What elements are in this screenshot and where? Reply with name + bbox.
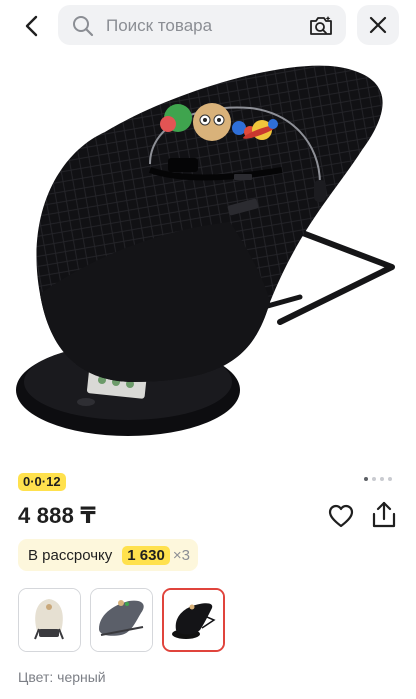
top-bar: Поиск товара: [0, 0, 416, 52]
share-button[interactable]: [370, 500, 398, 530]
search-bar[interactable]: Поиск товара: [58, 5, 346, 45]
beige-bouncer-image: [19, 589, 80, 651]
gallery-dot: [372, 477, 376, 481]
search-input[interactable]: Поиск товара: [106, 16, 212, 36]
back-button[interactable]: [14, 8, 50, 44]
variant-thumb-gray[interactable]: [90, 588, 153, 652]
black-bouncer-image: [164, 590, 223, 650]
gallery-dot: [388, 477, 392, 481]
gallery-dots: [364, 476, 392, 482]
search-icon: [73, 16, 94, 37]
favorite-button[interactable]: [327, 502, 355, 530]
installment-multiplier: ×3: [172, 546, 190, 564]
gray-bouncer-image: [91, 589, 152, 651]
camera-search-icon[interactable]: [308, 14, 334, 38]
product-price: 4 888 ₸: [18, 503, 96, 528]
close-icon: [369, 16, 387, 34]
gallery-dot: [380, 477, 384, 481]
heart-icon: [328, 504, 354, 528]
variant-thumbnails: [18, 588, 225, 652]
bouncer-illustration: [16, 65, 395, 436]
installment-offer[interactable]: В рассрочку 1 630 ×3: [18, 539, 198, 571]
product-image[interactable]: [0, 52, 416, 460]
installment-badge: 0·0·12: [18, 473, 66, 491]
installment-amount: 1 630: [122, 545, 170, 565]
variant-thumb-black[interactable]: [162, 588, 225, 652]
close-button[interactable]: [357, 5, 399, 45]
gallery-dot: [364, 477, 368, 481]
installment-label: В рассрочку: [28, 546, 113, 564]
share-icon: [372, 501, 396, 528]
color-label: Цвет: черный: [18, 669, 106, 685]
variant-thumb-beige[interactable]: [18, 588, 81, 652]
chevron-left-icon: [25, 15, 38, 37]
